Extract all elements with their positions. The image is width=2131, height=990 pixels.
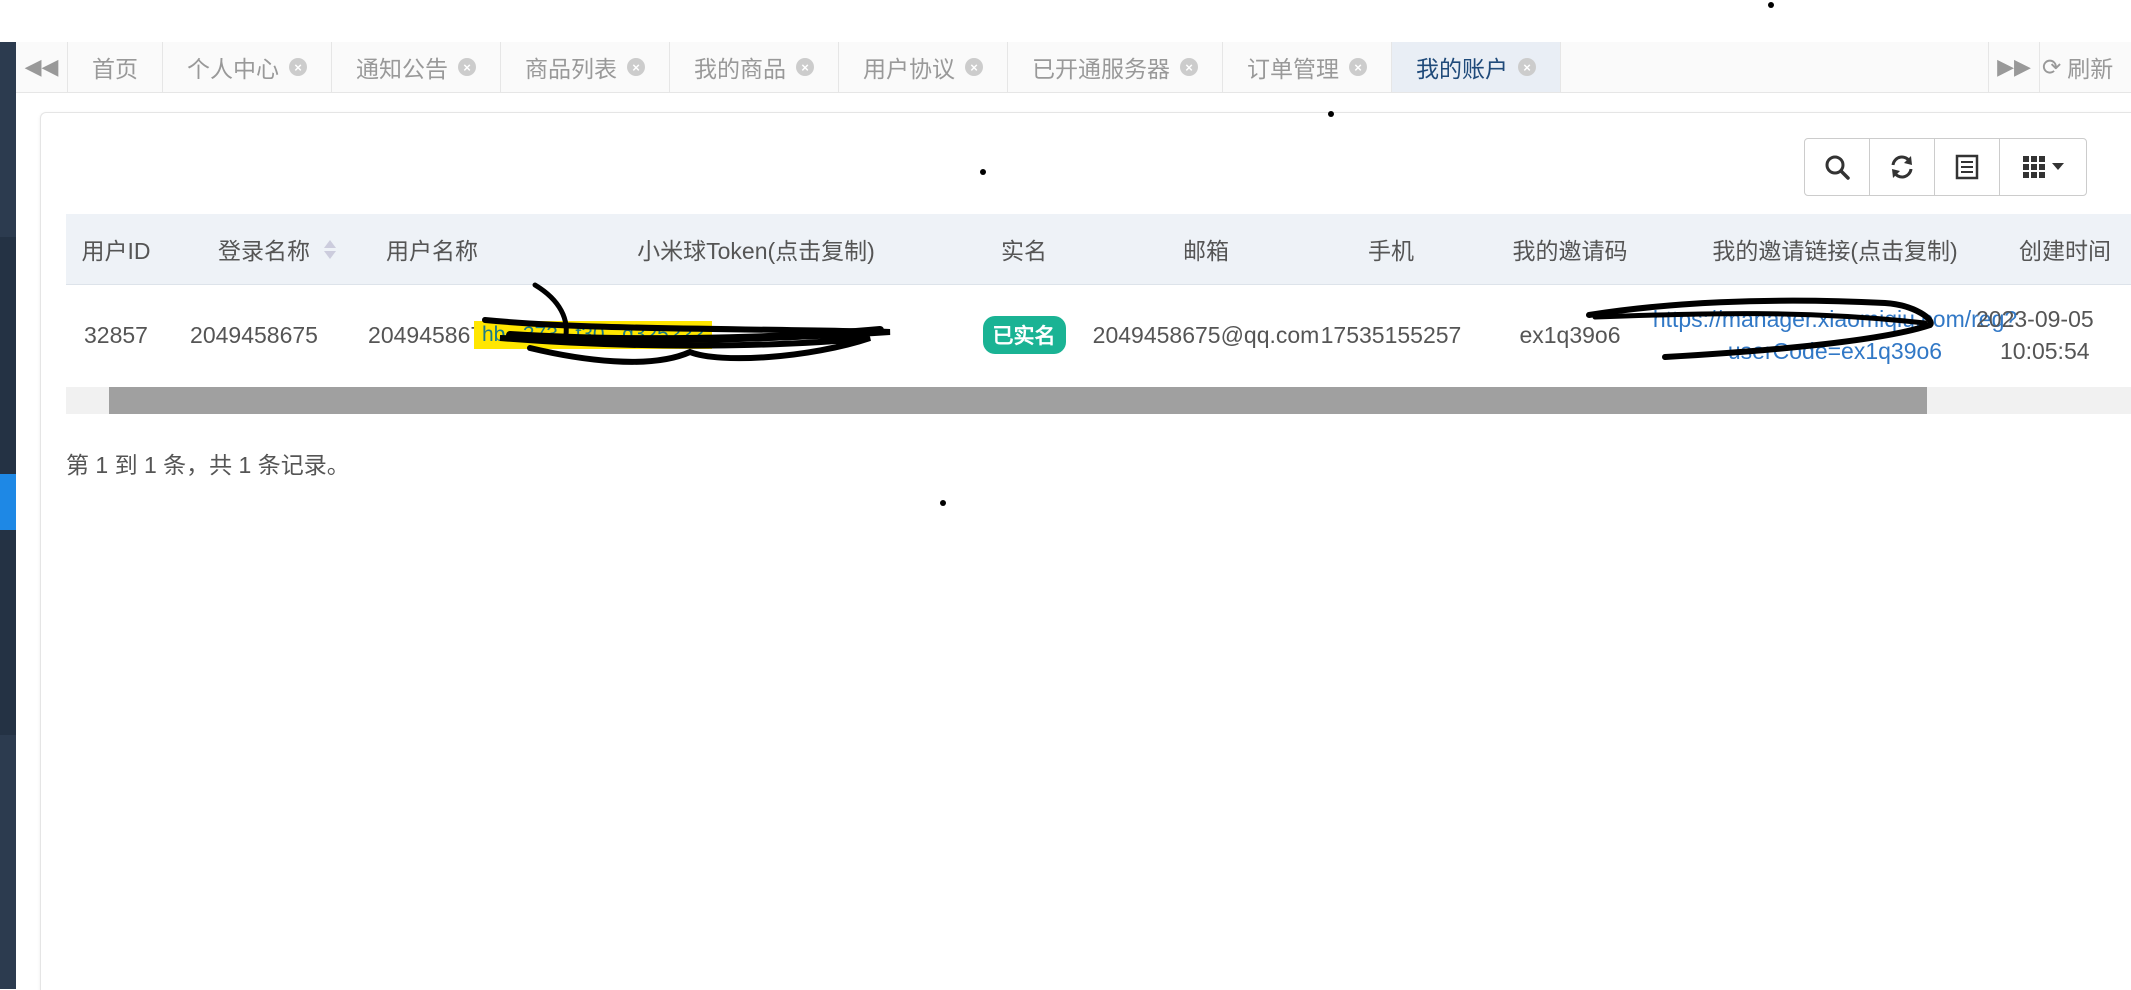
close-icon[interactable]: ×	[1349, 58, 1367, 76]
column-header-user-id[interactable]: 用户ID	[66, 214, 166, 284]
cell-user-id: 32857	[84, 321, 148, 348]
redaction-scribble	[1586, 297, 1934, 360]
close-icon[interactable]: ×	[796, 58, 814, 76]
stray-dot	[1768, 2, 1774, 8]
tab-label: 我的商品	[694, 56, 786, 82]
sidebar-section	[0, 530, 16, 735]
tab-scroll-right-button[interactable]: ▶▶	[1988, 42, 2040, 92]
tab-label: 首页	[92, 56, 138, 82]
redaction-scribble	[482, 282, 891, 365]
caret-down-icon	[2052, 163, 2064, 170]
close-icon[interactable]: ×	[627, 58, 645, 76]
search-icon	[1825, 155, 1850, 180]
sidebar-section	[0, 237, 16, 474]
double-chevron-left-icon: ◀◀	[24, 54, 59, 79]
tab-profile[interactable]: 个人中心 ×	[163, 42, 332, 92]
tab-my-products[interactable]: 我的商品 ×	[670, 42, 839, 92]
close-icon[interactable]: ×	[289, 58, 307, 76]
tab-label: 通知公告	[356, 56, 448, 82]
tab-scroll-left-button[interactable]: ◀◀	[16, 42, 68, 92]
sidebar-strip	[0, 42, 16, 989]
sidebar-active-indicator[interactable]	[0, 474, 16, 530]
horizontal-scrollbar[interactable]	[66, 387, 2131, 414]
tab-home[interactable]: 首页	[68, 42, 163, 92]
column-header-token[interactable]: 小米球Token(点击复制)	[532, 214, 980, 284]
tab-label: 商品列表	[525, 56, 617, 82]
scrollbar-thumb[interactable]	[109, 387, 1927, 414]
cell-login-name: 2049458675	[190, 321, 318, 348]
pagination-info: 第 1 到 1 条，共 1 条记录。	[66, 452, 350, 478]
column-header-created-time[interactable]: 创建时间	[1966, 214, 2131, 284]
tab-product-list[interactable]: 商品列表 ×	[501, 42, 670, 92]
close-icon[interactable]: ×	[965, 58, 983, 76]
table-header: 用户ID 登录名称 用户名称 小米球Token(点击复制) 实名 邮箱 手机 我…	[66, 214, 2131, 285]
close-icon[interactable]: ×	[1518, 58, 1536, 76]
table-toolbar	[1804, 138, 2087, 196]
cell-created-time: 2023-09-05 10:05:54	[1976, 285, 2131, 385]
tab-orders[interactable]: 订单管理 ×	[1223, 42, 1392, 92]
tab-label: 个人中心	[187, 56, 279, 82]
created-clock: 10:05:54	[2000, 338, 2090, 364]
refresh-icon	[1891, 155, 1913, 179]
list-icon	[1955, 154, 1979, 180]
tab-bar: ◀◀ 首页 个人中心 × 通知公告 × 商品列表 × 我的商品 × 用户协议 ×…	[16, 42, 2131, 93]
double-chevron-right-icon: ▶▶	[1997, 54, 2031, 79]
tab-label: 我的账户	[1416, 56, 1508, 82]
tab-user-agreement[interactable]: 用户协议 ×	[839, 42, 1008, 92]
tab-list: 首页 个人中心 × 通知公告 × 商品列表 × 我的商品 × 用户协议 × 已开…	[68, 42, 1561, 92]
tab-my-account[interactable]: 我的账户 ×	[1392, 42, 1561, 92]
refresh-table-button[interactable]	[1869, 138, 1935, 196]
stray-dot	[1328, 111, 1334, 117]
tab-label: 用户协议	[863, 56, 955, 82]
refresh-icon: ⟳	[2042, 53, 2062, 80]
search-button[interactable]	[1804, 138, 1870, 196]
toggle-view-button[interactable]	[1934, 138, 2000, 196]
refresh-label: 刷新	[2067, 56, 2114, 82]
columns-dropdown-button[interactable]	[1999, 138, 2087, 196]
close-icon[interactable]: ×	[1180, 58, 1198, 76]
tab-label: 订单管理	[1247, 56, 1339, 82]
stray-dot	[980, 169, 986, 175]
column-header-user-name[interactable]: 用户名称	[332, 214, 532, 284]
refresh-tab-button[interactable]: ⟳ 刷新	[2042, 42, 2113, 92]
stray-dot	[940, 500, 946, 506]
tab-notices[interactable]: 通知公告 ×	[332, 42, 501, 92]
close-icon[interactable]: ×	[458, 58, 476, 76]
tab-label: 已开通服务器	[1032, 56, 1170, 82]
created-date: 2023-09-05	[1976, 306, 2094, 332]
tab-servers[interactable]: 已开通服务器 ×	[1008, 42, 1223, 92]
columns-icon	[2023, 156, 2045, 178]
